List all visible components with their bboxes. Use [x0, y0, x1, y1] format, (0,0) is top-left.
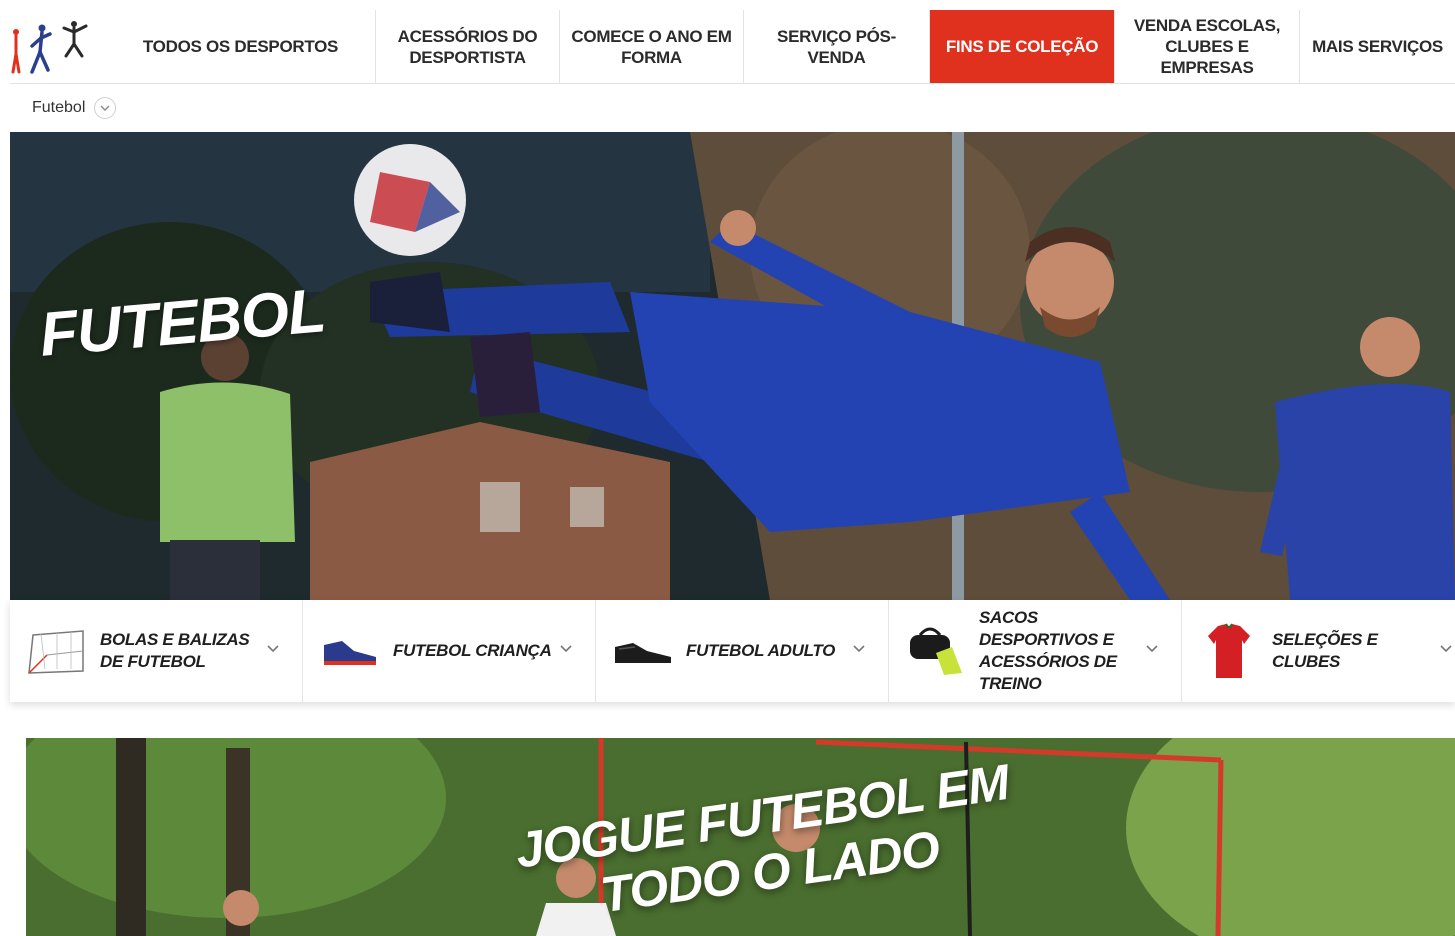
nav-item-todos-os-desportos[interactable]: TODOS OS DESPORTOS — [106, 10, 376, 83]
goal-icon — [26, 620, 88, 682]
nav-item-mais-servicos[interactable]: MAIS SERVIÇOS — [1300, 10, 1455, 83]
nav-item-servico-pos-venda[interactable]: SERVIÇO PÓS-VENDA — [744, 10, 930, 83]
chevron-down-icon[interactable] — [1439, 644, 1453, 653]
kids-boot-icon — [319, 620, 381, 682]
nav-item-venda-escolas[interactable]: VENDA ESCOLAS, CLUBES E EMPRESAS — [1115, 10, 1300, 83]
category-sacos-acessorios[interactable]: SACOS DESPORTIVOS E ACESSÓRIOS DE TREINO — [889, 600, 1182, 702]
chevron-down-icon[interactable] — [1145, 644, 1159, 653]
nav-item-acessorios[interactable]: ACESSÓRIOS DO DESPORTISTA — [376, 10, 560, 83]
figure-3 — [62, 21, 88, 58]
main-nav: TODOS OS DESPORTOS ACESSÓRIOS DO DESPORT… — [10, 10, 1455, 84]
sport-figures-logo[interactable] — [10, 10, 106, 84]
category-bolas-balizas[interactable]: BOLAS E BALIZAS DE FUTEBOL — [10, 600, 303, 702]
chevron-down-icon[interactable] — [94, 97, 117, 119]
promo-banner[interactable]: JOGUE FUTEBOL EM TODO O LADO — [26, 738, 1455, 936]
breadcrumb-label[interactable]: Futebol — [32, 99, 85, 117]
category-label: BOLAS E BALIZAS DE FUTEBOL — [100, 630, 250, 671]
category-label: SACOS DESPORTIVOS E ACESSÓRIOS DE TREINO — [979, 608, 1117, 693]
category-label: FUTEBOL ADULTO — [686, 641, 836, 660]
category-futebol-crianca[interactable]: FUTEBOL CRIANÇA — [303, 600, 596, 702]
breadcrumb: Futebol — [10, 84, 1455, 132]
category-label: SELEÇÕES E CLUBES — [1272, 630, 1378, 671]
football-icon — [354, 144, 466, 256]
hero-banner: FUTEBOL — [10, 132, 1455, 600]
figure-2 — [30, 24, 52, 74]
nav-item-fins-de-colecao[interactable]: FINS DE COLEÇÃO — [930, 10, 1115, 83]
chevron-down-icon[interactable] — [266, 644, 280, 653]
category-bar: BOLAS E BALIZAS DE FUTEBOL FUTEBOL CRIAN… — [10, 600, 1455, 702]
chevron-down-icon[interactable] — [559, 644, 573, 653]
adult-boot-icon — [612, 620, 674, 682]
jersey-icon — [1198, 620, 1260, 682]
category-selecoes-clubes[interactable]: SELEÇÕES E CLUBES — [1182, 600, 1455, 702]
category-futebol-adulto[interactable]: FUTEBOL ADULTO — [596, 600, 889, 702]
figure-1 — [11, 29, 21, 74]
category-label: FUTEBOL CRIANÇA — [393, 641, 552, 660]
sports-bag-icon — [905, 620, 967, 682]
hero-image — [10, 132, 1455, 600]
nav-item-comece-o-ano[interactable]: COMECE O ANO EM FORMA — [560, 10, 744, 83]
chevron-down-icon[interactable] — [852, 644, 866, 653]
